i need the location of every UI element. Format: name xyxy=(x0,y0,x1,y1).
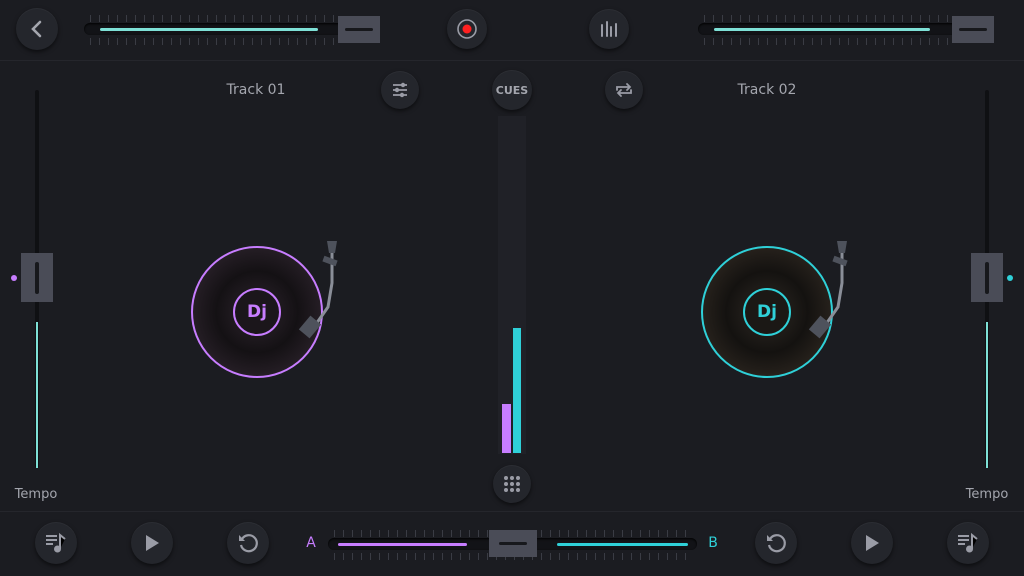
rotate-ccw-icon xyxy=(239,534,258,553)
sliders-icon xyxy=(393,82,407,98)
pads-button[interactable] xyxy=(493,465,531,503)
back-button[interactable] xyxy=(16,8,58,50)
deck-a-reset-button[interactable] xyxy=(227,522,269,564)
vu-bar-b xyxy=(513,328,521,453)
deck-b-playlist-button[interactable] xyxy=(947,522,989,564)
deck-b-title: Track 02 xyxy=(737,82,797,98)
rotate-ccw-icon xyxy=(767,534,786,553)
crossfader-thumb[interactable] xyxy=(489,530,537,557)
volume-slider-thumb[interactable] xyxy=(952,16,994,43)
playlist-music-icon xyxy=(958,532,978,553)
grid-icon xyxy=(504,476,520,492)
record-icon xyxy=(457,19,477,39)
deck-b-tempo-label: Tempo xyxy=(965,487,1009,502)
mixer-settings-button[interactable] xyxy=(381,71,419,109)
deck-a-play-button[interactable] xyxy=(131,522,173,564)
deck-a-title: Track 01 xyxy=(226,82,286,98)
tempo-center-dot xyxy=(11,275,17,281)
loop-button[interactable] xyxy=(605,71,643,109)
deck-b-turntable[interactable]: Dj xyxy=(700,241,860,384)
tempo-slider-thumb[interactable] xyxy=(971,253,1003,302)
play-icon xyxy=(866,535,879,551)
equalizer-bars-icon xyxy=(601,21,617,37)
tempo-slider-thumb[interactable] xyxy=(21,253,53,302)
record-label: Dj xyxy=(743,288,791,336)
play-icon xyxy=(146,535,159,551)
vu-bar-a xyxy=(502,404,511,453)
deck-a-playlist-button[interactable] xyxy=(35,522,77,564)
equalizer-button[interactable] xyxy=(589,9,629,49)
playlist-music-icon xyxy=(46,532,66,553)
volume-slider-thumb[interactable] xyxy=(338,16,380,43)
cues-button[interactable]: CUES xyxy=(492,70,532,110)
deck-b-reset-button[interactable] xyxy=(755,522,797,564)
deck-a-tempo-label: Tempo xyxy=(14,487,58,502)
crossfader-label-a: A xyxy=(306,535,316,551)
deck-b-play-button[interactable] xyxy=(851,522,893,564)
tempo-center-dot xyxy=(1007,275,1013,281)
record-label: Dj xyxy=(233,288,281,336)
record-button[interactable] xyxy=(447,9,487,49)
tonearm-icon xyxy=(808,241,848,339)
bottom-divider xyxy=(0,511,1024,512)
repeat-icon xyxy=(616,83,632,97)
crossfader-label-b: B xyxy=(708,535,718,551)
chevron-left-icon xyxy=(31,20,42,38)
vu-meter xyxy=(498,116,526,454)
tonearm-icon xyxy=(298,241,338,339)
deck-a-turntable[interactable]: Dj xyxy=(190,241,350,384)
top-divider xyxy=(0,60,1024,61)
